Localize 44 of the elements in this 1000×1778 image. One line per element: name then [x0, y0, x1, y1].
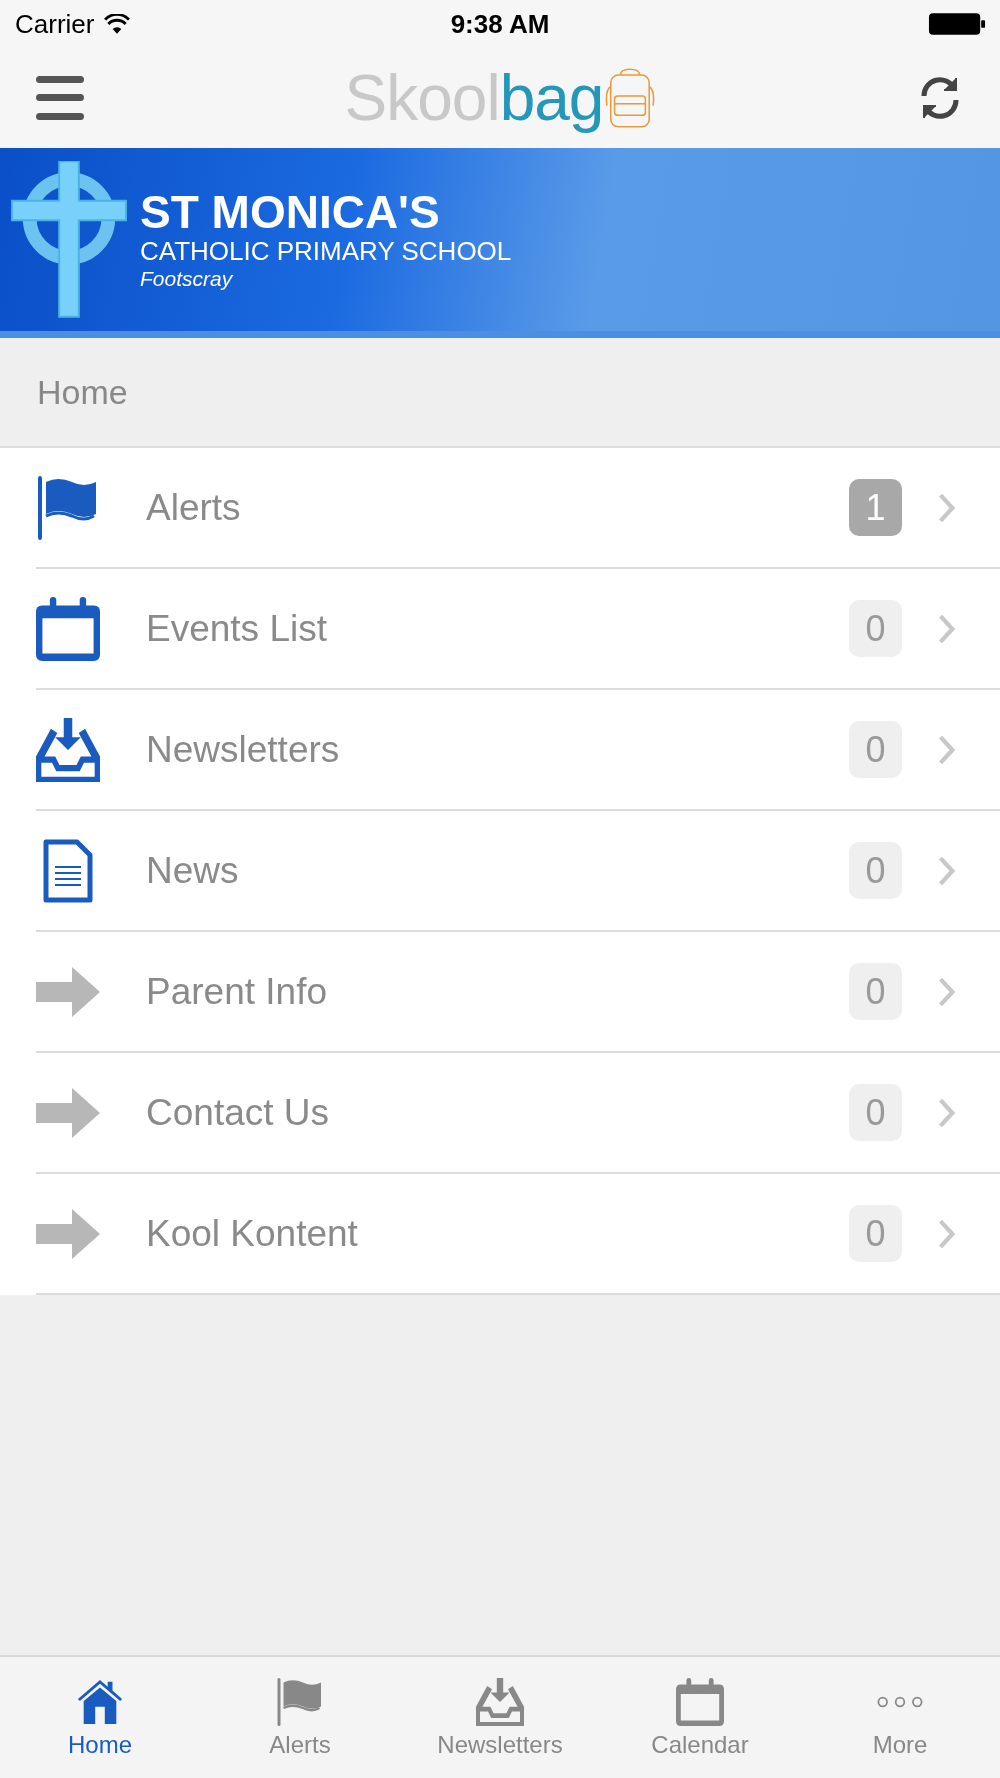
chevron-icon: [938, 1218, 956, 1249]
menu-item[interactable]: News 0: [36, 811, 1000, 932]
school-name: ST MONICA'S: [140, 187, 441, 237]
flag-icon: [276, 1677, 324, 1726]
backpack-icon: [605, 67, 656, 129]
tab-item[interactable]: More: [800, 1657, 1000, 1778]
wifi-icon: [104, 14, 131, 34]
count-badge: 1: [849, 479, 902, 536]
home-icon: [76, 1677, 124, 1726]
calendar-icon: [676, 1677, 724, 1726]
count-badge: 0: [849, 1205, 902, 1262]
battery-icon: [928, 12, 986, 36]
chevron-icon: [938, 613, 956, 644]
menu-icon[interactable]: [36, 76, 84, 120]
count-badge: 0: [849, 842, 902, 899]
tab-item[interactable]: Alerts: [200, 1657, 400, 1778]
chevron-icon: [938, 1097, 956, 1128]
tab-item[interactable]: Calendar: [600, 1657, 800, 1778]
chevron-icon: [938, 734, 956, 765]
tab-item[interactable]: Newsletters: [400, 1657, 600, 1778]
chevron-icon: [938, 855, 956, 886]
chevron-icon: [938, 976, 956, 1007]
menu-item[interactable]: Events List 0: [36, 569, 1000, 690]
calendar-icon: [36, 596, 100, 661]
more-icon: [876, 1694, 924, 1709]
count-badge: 0: [849, 1084, 902, 1141]
school-type: CATHOLIC PRIMARY SCHOOL: [140, 236, 512, 268]
inbox-icon: [476, 1677, 524, 1726]
tab-item[interactable]: Home: [0, 1657, 200, 1778]
cross-icon: [10, 160, 128, 319]
count-badge: 0: [849, 963, 902, 1020]
count-badge: 0: [849, 600, 902, 657]
menu-item[interactable]: Parent Info 0: [36, 932, 1000, 1053]
menu-item[interactable]: Contact Us 0: [36, 1053, 1000, 1174]
inbox-icon: [36, 717, 100, 782]
menu-item[interactable]: Kool Kontent 0: [36, 1174, 1000, 1295]
section-title: Home: [37, 372, 128, 412]
chevron-icon: [938, 492, 956, 523]
school-suburb: Footscray: [140, 267, 234, 292]
carrier-label: Carrier: [15, 8, 95, 40]
menu-item[interactable]: Alerts 1: [36, 448, 1000, 569]
count-badge: 0: [849, 721, 902, 778]
menu-item[interactable]: Newsletters 0: [36, 690, 1000, 811]
status-time: 9:38 AM: [449, 8, 551, 40]
